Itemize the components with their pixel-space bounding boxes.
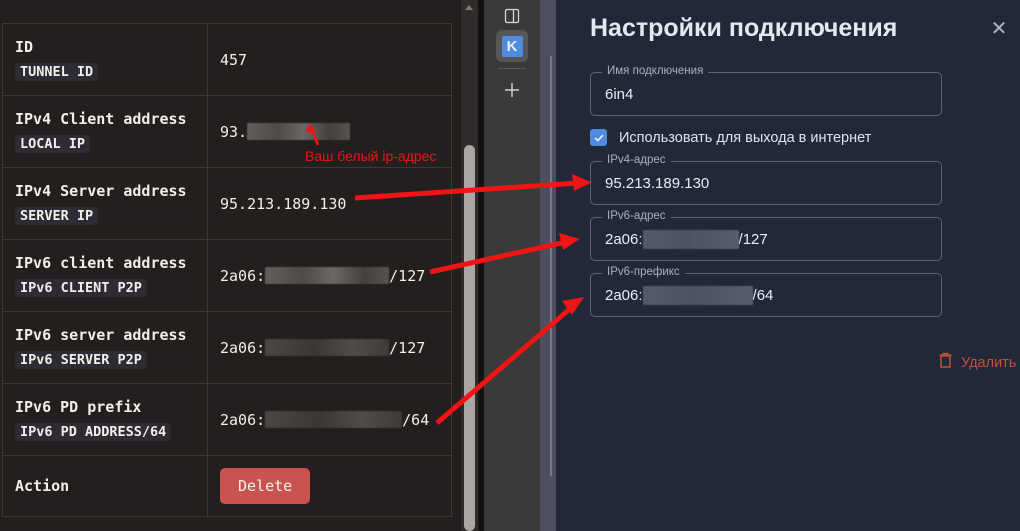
- doc-pane-scrollbar[interactable]: [461, 0, 478, 531]
- rail-separator: [498, 68, 526, 69]
- delete-connection-button[interactable]: Удалить: [938, 352, 1016, 374]
- keenetic-k-glyph: K: [501, 35, 523, 57]
- table-cell-value: 95.213.189.130: [207, 167, 452, 240]
- icon-rail: K: [484, 0, 540, 531]
- form-field-1[interactable]: Имя подключения 6in4: [590, 65, 942, 116]
- screenshot-root: ID TUNNEL ID 457 IPv4 Client address LOCAL I…: [0, 0, 1020, 531]
- table-row: IPv6 server address IPv6 SERVER P2P 2a06: /…: [2, 311, 452, 384]
- form-field-4[interactable]: IPv6-префикс 2a06:/64: [590, 266, 942, 317]
- row-value-suffix: /127: [389, 338, 426, 357]
- row-key-code: SERVER IP: [15, 207, 99, 225]
- table-cell-value: 2a06: /64: [207, 383, 452, 456]
- delete-tunnel-button[interactable]: Delete: [220, 468, 311, 504]
- field-value-text: 6in4: [605, 85, 634, 103]
- panel-layout-icon[interactable]: [496, 0, 528, 32]
- table-row: IPv6 client address IPv6 CLIENT P2P 2a06: /…: [2, 239, 452, 312]
- documentation-pane: ID TUNNEL ID 457 IPv4 Client address LOCAL I…: [0, 0, 460, 531]
- row-value-text: 2a06:: [220, 266, 266, 285]
- close-icon[interactable]: ✕: [986, 15, 1012, 41]
- table-cell-value: Delete: [207, 455, 452, 517]
- field-value: 95.213.189.130: [605, 162, 709, 204]
- scroll-up-arrow-icon[interactable]: [465, 5, 473, 10]
- redacted-value: [247, 123, 351, 140]
- redacted-value: [265, 267, 390, 284]
- row-key-title: ID: [15, 38, 34, 56]
- redacted-value: [642, 229, 739, 249]
- row-key-code: TUNNEL ID: [15, 63, 99, 81]
- row-value-text: 2a06:: [220, 338, 266, 357]
- field-value: 2a06: /127: [605, 218, 768, 260]
- field-value: 2a06: /64: [605, 274, 773, 316]
- table-cell-key: Action: [2, 455, 208, 517]
- delete-connection-label: Удалить: [961, 355, 1017, 371]
- field-value-text: 2a06:: [605, 230, 643, 248]
- tunnel-info-table: ID TUNNEL ID 457 IPv4 Client address LOCAL I…: [2, 23, 452, 517]
- row-key-title: IPv4 Client address: [15, 110, 187, 128]
- redacted-value: [265, 411, 403, 428]
- row-value-suffix: /64: [402, 410, 430, 429]
- row-key-title: IPv6 PD prefix: [15, 398, 142, 416]
- trash-icon: [938, 352, 953, 374]
- table-cell-value: 2a06: /127: [207, 239, 452, 312]
- table-row: IPv6 PD prefix IPv6 PD ADDRESS/64 2a06: /64: [2, 383, 452, 456]
- resize-handle-bar[interactable]: [550, 56, 552, 476]
- keenetic-logo-icon[interactable]: K: [496, 30, 528, 62]
- panel-title: Настройки подключения: [590, 14, 898, 42]
- connection-settings-panel: Настройки подключения ✕ Имя подключения 6…: [556, 0, 1020, 531]
- row-key-title: IPv6 client address: [15, 254, 187, 272]
- table-cell-key: IPv6 PD prefix IPv6 PD ADDRESS/64: [2, 383, 208, 456]
- row-key-code: LOCAL IP: [15, 135, 91, 153]
- table-cell-key: IPv4 Server address SERVER IP: [2, 167, 208, 240]
- row-value-suffix: /127: [389, 266, 426, 285]
- row-value-text: 457: [220, 50, 248, 69]
- row-key-title: IPv6 server address: [15, 326, 187, 344]
- row-key-code: IPv6 CLIENT P2P: [15, 279, 147, 297]
- table-row: IPv4 Server address SERVER IP 95.213.189.1…: [2, 167, 452, 240]
- table-cell-key: ID TUNNEL ID: [2, 23, 208, 96]
- table-row: ID TUNNEL ID 457: [2, 23, 452, 96]
- row-key-code: IPv6 SERVER P2P: [15, 351, 147, 369]
- row-key-code: IPv6 PD ADDRESS/64: [15, 423, 172, 441]
- table-cell-key: IPv6 server address IPv6 SERVER P2P: [2, 311, 208, 384]
- internet-exit-checkbox-label: Использовать для выхода в интернет: [619, 129, 872, 146]
- internet-exit-checkbox[interactable]: [590, 129, 607, 146]
- field-value-text: 95.213.189.130: [605, 174, 710, 192]
- form-field-2[interactable]: IPv4-адрес 95.213.189.130: [590, 154, 942, 205]
- redacted-value: [642, 285, 753, 305]
- field-value-suffix: /127: [738, 230, 768, 248]
- scrollbar-thumb[interactable]: [464, 145, 475, 531]
- form-field-3[interactable]: IPv6-адрес 2a06:/127: [590, 210, 942, 261]
- row-value-text: 93.: [220, 122, 248, 141]
- row-value-text: 2a06:: [220, 410, 266, 429]
- table-cell-key: IPv6 client address IPv6 CLIENT P2P: [2, 239, 208, 312]
- row-value-text: 95.213.189.130: [220, 194, 347, 213]
- table-cell-value: 2a06: /127: [207, 311, 452, 384]
- field-value-text: 2a06:: [605, 286, 643, 304]
- table-cell-value: 457: [207, 23, 452, 96]
- redacted-value: [265, 339, 390, 356]
- row-key-title: Action: [15, 477, 70, 495]
- field-value: 6in4: [605, 73, 633, 115]
- add-icon[interactable]: [496, 74, 528, 106]
- annotation-white-ip: Ваш белый ip-адрес: [305, 148, 437, 164]
- row-key-title: IPv4 Server address: [15, 182, 187, 200]
- panel-resize-handle[interactable]: [540, 0, 556, 531]
- field-value-suffix: /64: [752, 286, 774, 304]
- table-cell-key: IPv4 Client address LOCAL IP: [2, 95, 208, 168]
- internet-exit-checkbox-row[interactable]: Использовать для выхода в интернет: [590, 129, 871, 146]
- table-row: Action Delete: [2, 455, 452, 517]
